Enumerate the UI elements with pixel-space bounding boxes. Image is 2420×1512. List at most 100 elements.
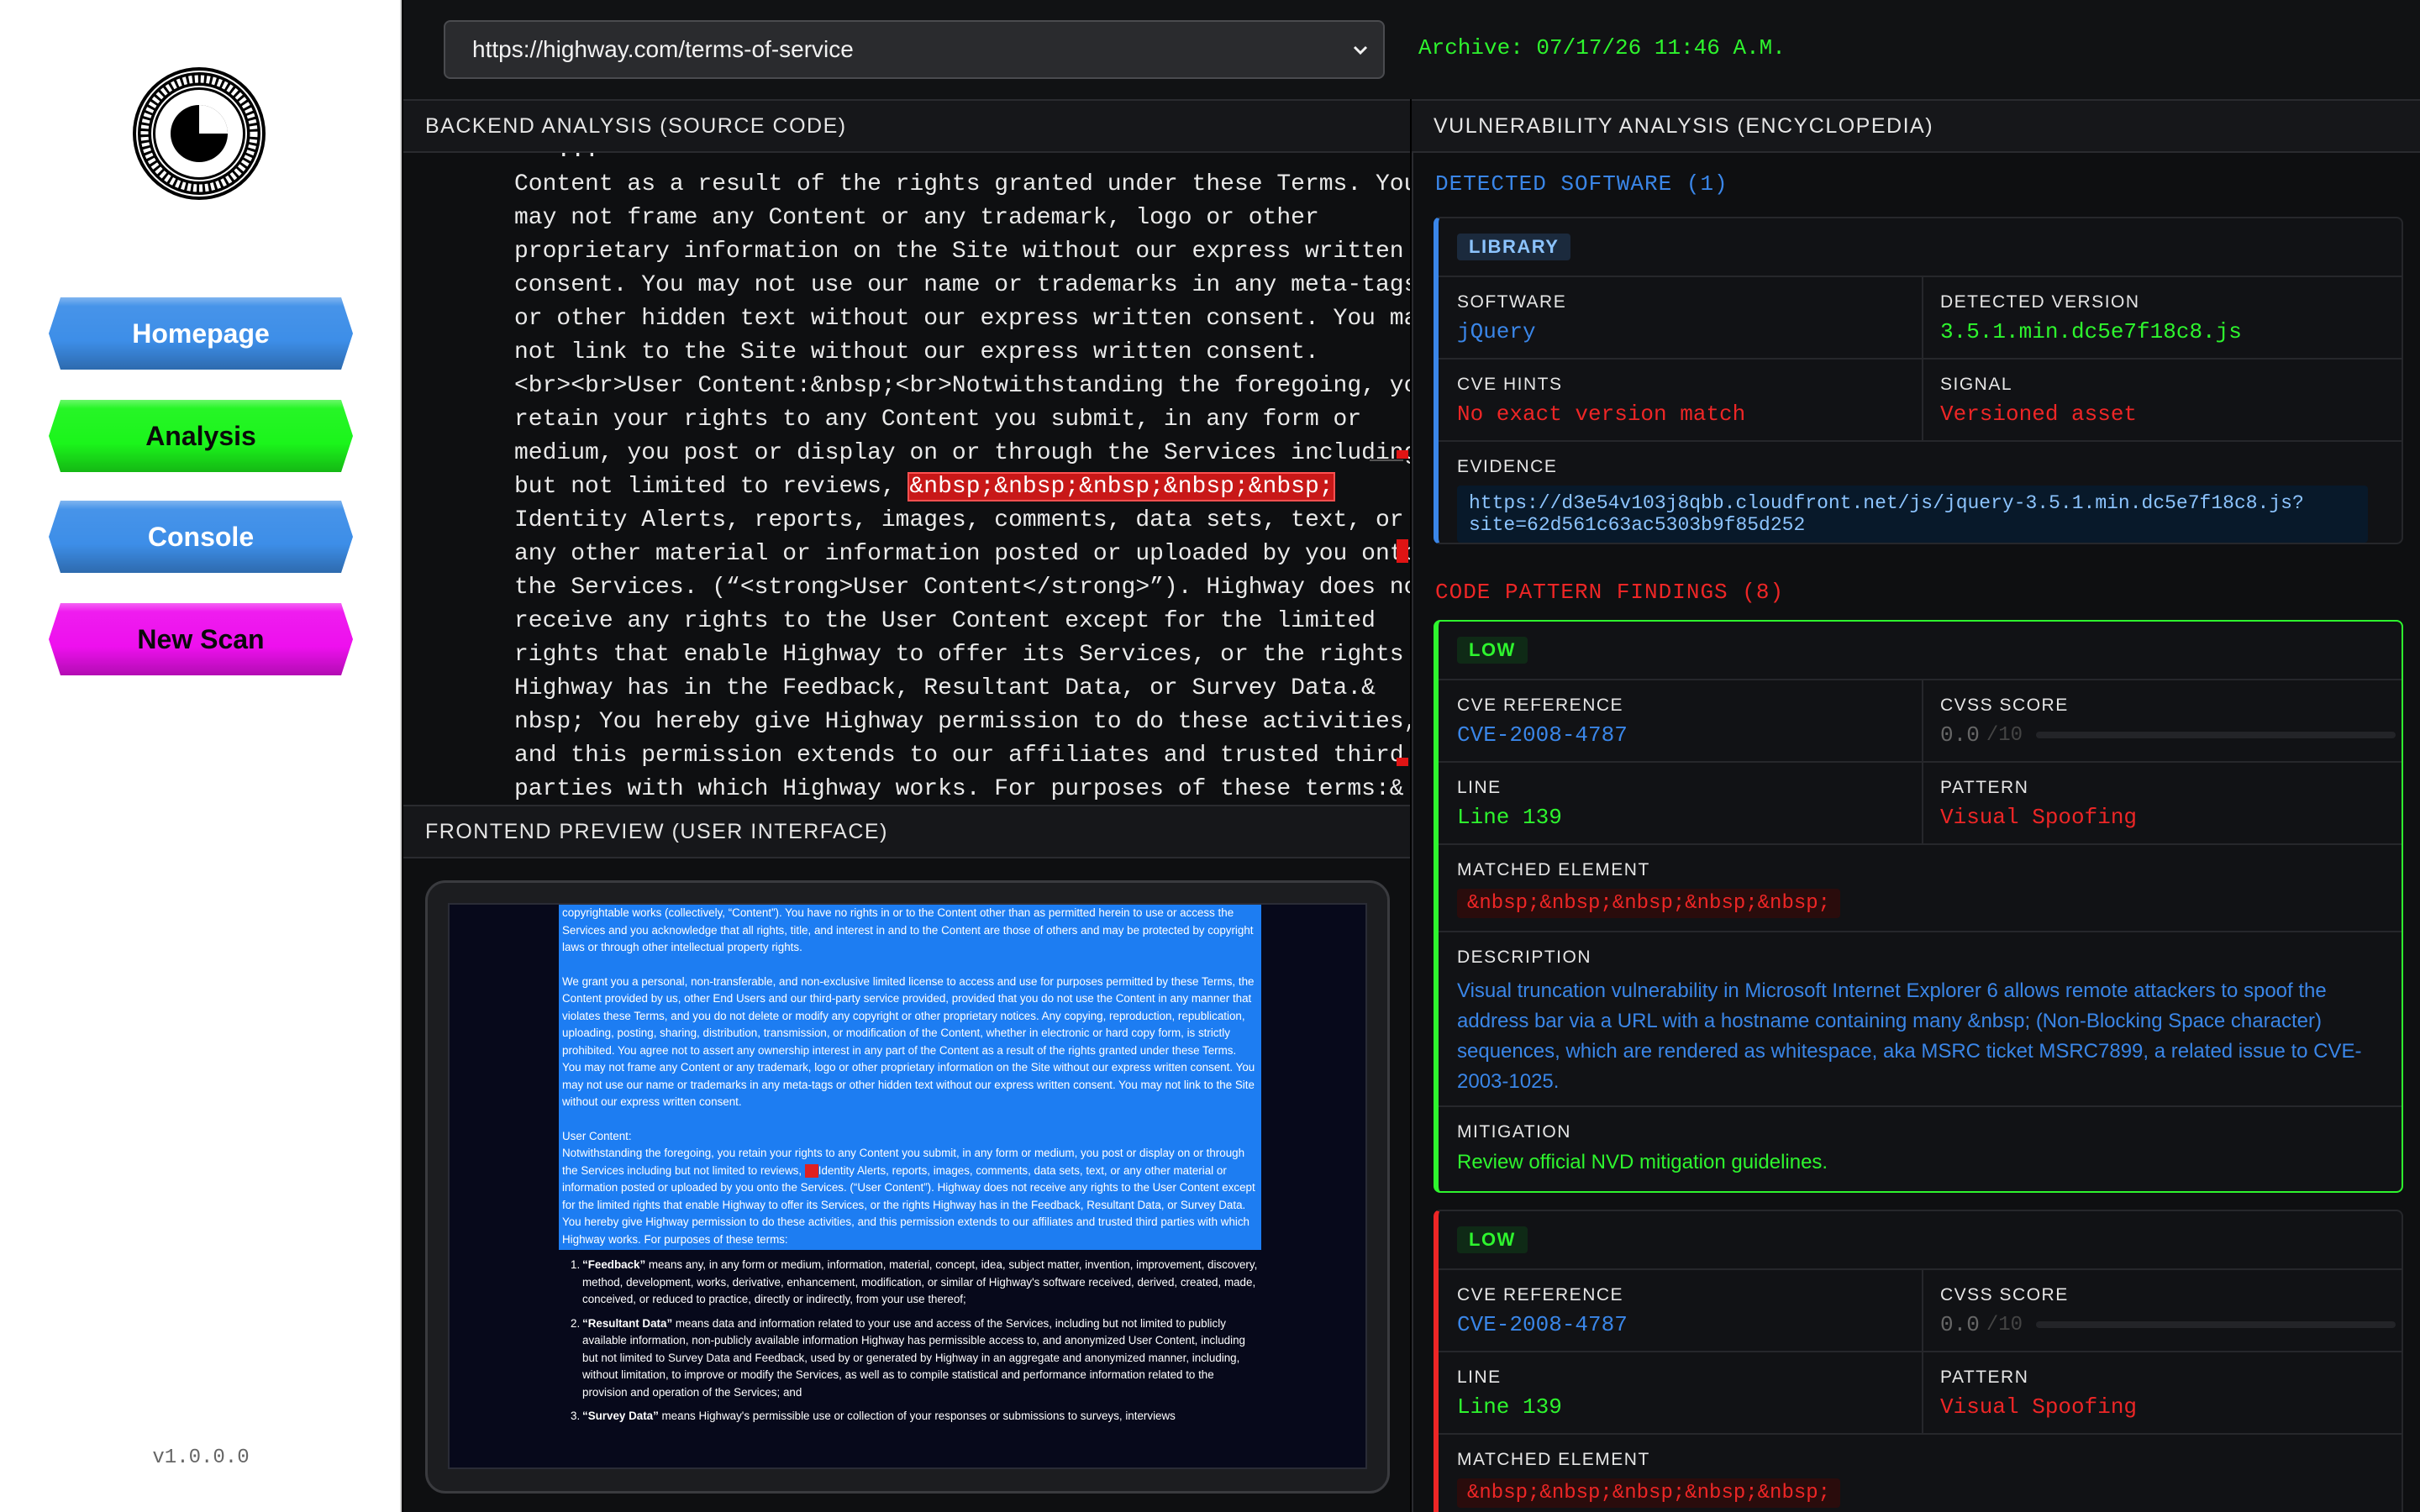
code-line-highlighted: but not limited to reviews, &nbsp;&nbsp;… bbox=[514, 470, 1388, 504]
cvss-score-max: /10 bbox=[1986, 1313, 2023, 1336]
cvss-score-cell: CVSS SCORE 0.0 /10 bbox=[1922, 679, 2402, 761]
evidence-url[interactable]: https://d3e54v103j8qbb.cloudfront.net/js… bbox=[1457, 486, 2368, 543]
url-select[interactable]: https://highway.com/terms-of-service bbox=[444, 20, 1385, 79]
signal-value: Versioned asset bbox=[1940, 402, 2138, 427]
cve-reference-cell: CVE REFERENCE CVE-2008-4787 bbox=[1439, 1268, 1922, 1351]
scroll-guide-line bbox=[1370, 459, 1403, 461]
finding-card[interactable]: LOW CVE REFERENCE CVE-2008-4787 CVSS SCO… bbox=[1434, 1210, 2403, 1512]
nav-console-button[interactable]: Console bbox=[49, 501, 353, 573]
version-label: DETECTED VERSION bbox=[1940, 292, 2140, 312]
code-line: rights that enable Highway to offer its … bbox=[514, 642, 1404, 668]
description-text: Visual truncation vulnerability in Micro… bbox=[1457, 979, 2362, 1093]
matched-element-cell: MATCHED ELEMENT &nbsp;&nbsp;&nbsp;&nbsp;… bbox=[1439, 843, 2402, 931]
cvss-score-bar bbox=[2036, 732, 2396, 738]
list-term: “Feedback” bbox=[582, 1258, 646, 1271]
cvss-score-label: CVSS SCORE bbox=[1940, 1285, 2069, 1305]
backend-panel-title: BACKEND ANALYSIS (SOURCE CODE) bbox=[403, 99, 1410, 153]
device-frame: copyrightable works (collectively, “Cont… bbox=[425, 880, 1390, 1494]
code-line: receive any rights to the User Content e… bbox=[514, 608, 1376, 634]
pattern-cell: PATTERN Visual Spoofing bbox=[1922, 1351, 2402, 1433]
code-line: Highway has in the Feedback, Resultant D… bbox=[514, 675, 1376, 701]
cve-hints-cell: CVE HINTS No exact version match bbox=[1439, 358, 1922, 440]
selected-text-region: copyrightable works (collectively, “Cont… bbox=[559, 905, 1261, 1250]
list-term: “Survey Data” bbox=[582, 1410, 659, 1422]
cvss-score-value: 0.0 bbox=[1940, 722, 1980, 748]
list-item: 3. “Survey Data” means Highway's permissi… bbox=[571, 1408, 1261, 1425]
finding-marker[interactable] bbox=[1397, 450, 1408, 459]
top-bar: https://highway.com/terms-of-service Arc… bbox=[403, 0, 2420, 99]
list-term: “Resultant Data” bbox=[582, 1316, 673, 1330]
software-cell: SOFTWARE jQuery bbox=[1439, 276, 1922, 358]
preview-paragraph: Notwithstanding the foregoing, you retai… bbox=[562, 1145, 1258, 1250]
preview-list: 1. “Feedback” means any, in any form or m… bbox=[559, 1250, 1261, 1425]
cve-reference-value[interactable]: CVE-2008-4787 bbox=[1457, 1312, 1922, 1337]
line-label: LINE bbox=[1457, 778, 1502, 797]
cve-reference-label: CVE REFERENCE bbox=[1457, 696, 1624, 715]
code-line: retain your rights to any Content you su… bbox=[514, 407, 1362, 433]
description-cell: DESCRIPTION Visual truncation vulnerabil… bbox=[1439, 931, 2402, 1105]
code-line: nbsp; You hereby give Highway permission… bbox=[514, 709, 1410, 735]
list-item: 1. “Feedback” means any, in any form or m… bbox=[571, 1257, 1261, 1309]
library-card: LIBRARY SOFTWARE jQuery DETECTED VERSION… bbox=[1434, 217, 2403, 544]
cve-reference-value[interactable]: CVE-2008-4787 bbox=[1457, 722, 1922, 748]
code-line: any other material or information posted… bbox=[514, 541, 1410, 567]
vuln-panel-title: VULNERABILITY ANALYSIS (ENCYCLOPEDIA) bbox=[1412, 99, 2420, 153]
cve-reference-label: CVE REFERENCE bbox=[1457, 1285, 1624, 1305]
cvss-score-max: /10 bbox=[1986, 723, 2023, 747]
detected-software-title: DETECTED SOFTWARE (1) bbox=[1435, 171, 1728, 197]
line-value[interactable]: Line 139 bbox=[1457, 805, 1922, 830]
code-line: and this permission extends to our affil… bbox=[514, 743, 1404, 769]
code-line: medium, you post or display on or throug… bbox=[514, 440, 1410, 466]
finding-marker[interactable] bbox=[1397, 539, 1408, 563]
code-line: may not frame any Content or any tradema… bbox=[514, 205, 1319, 231]
vulnerability-panel[interactable]: DETECTED SOFTWARE (1) LIBRARY SOFTWARE j… bbox=[1412, 153, 2420, 1512]
code-line: parties with which Highway works. For pu… bbox=[514, 776, 1404, 802]
cvss-score-row: 0.0 /10 bbox=[1940, 722, 2402, 748]
code-highlight-match[interactable]: &nbsp;&nbsp;&nbsp;&nbsp;&nbsp; bbox=[908, 472, 1335, 501]
matched-element-label: MATCHED ELEMENT bbox=[1457, 860, 1650, 879]
nav-console-label: Console bbox=[147, 521, 255, 552]
evidence-label: EVIDENCE bbox=[1457, 457, 1558, 476]
list-item: 2. “Resultant Data” means data and inform… bbox=[571, 1315, 1261, 1402]
version-cell: DETECTED VERSION 3.5.1.min.dc5e7f18c8.js bbox=[1922, 276, 2402, 358]
pattern-label: PATTERN bbox=[1940, 778, 2029, 797]
preview-heading: User Content: bbox=[562, 1129, 632, 1142]
source-code-viewer[interactable]: ... Content as a result of the rights gr… bbox=[403, 153, 1410, 805]
finding-card[interactable]: LOW CVE REFERENCE CVE-2008-4787 CVSS SCO… bbox=[1434, 620, 2403, 1193]
chevron-down-icon bbox=[1353, 45, 1368, 55]
code-line: the Services. (“<strong>User Content</st… bbox=[514, 575, 1410, 601]
cvss-score-value: 0.0 bbox=[1940, 1312, 1980, 1337]
app-logo-icon bbox=[133, 67, 266, 200]
pattern-label: PATTERN bbox=[1940, 1368, 2029, 1387]
pattern-value: Visual Spoofing bbox=[1940, 1394, 2138, 1420]
nav-new-scan-button[interactable]: New Scan bbox=[49, 603, 353, 675]
sidebar: Homepage Analysis Console New Scan v1.0.… bbox=[0, 0, 402, 1512]
code-line: proprietary information on the Site with… bbox=[514, 239, 1404, 265]
code-line: ... bbox=[514, 153, 1388, 168]
archive-timestamp: Archive: 07/17/26 11:46 A.M. bbox=[1418, 35, 1786, 60]
line-value[interactable]: Line 139 bbox=[1457, 1394, 1922, 1420]
preview-screen[interactable]: copyrightable works (collectively, “Cont… bbox=[448, 903, 1367, 1469]
code-line: Content as a result of the rights grante… bbox=[514, 171, 1410, 197]
severity-badge: LOW bbox=[1457, 1226, 1528, 1253]
app-version: v1.0.0.0 bbox=[152, 1446, 250, 1469]
rendered-page: copyrightable works (collectively, “Cont… bbox=[559, 905, 1261, 1467]
matched-element-value: &nbsp;&nbsp;&nbsp;&nbsp;&nbsp; bbox=[1457, 889, 1841, 918]
preview-paragraph: We grant you a personal, non-transferabl… bbox=[562, 974, 1255, 1109]
line-cell: LINE Line 139 bbox=[1439, 761, 1922, 843]
code-line: or other hidden text without our express… bbox=[514, 306, 1410, 332]
line-label: LINE bbox=[1457, 1368, 1502, 1387]
mitigation-text: Review official NVD mitigation guideline… bbox=[1457, 1151, 1828, 1173]
evidence-cell: EVIDENCE https://d3e54v103j8qbb.cloudfro… bbox=[1439, 440, 2402, 543]
signal-label: SIGNAL bbox=[1940, 375, 2013, 394]
list-text: means Highway's permissible use or colle… bbox=[658, 1410, 1176, 1422]
frontend-panel-title: FRONTEND PREVIEW (USER INTERFACE) bbox=[403, 805, 1410, 858]
nav-analysis-button[interactable]: Analysis bbox=[49, 400, 353, 472]
frontend-preview-panel: copyrightable works (collectively, “Cont… bbox=[403, 858, 1410, 1512]
list-text: means any, in any form or medium, inform… bbox=[582, 1258, 1258, 1305]
preview-paragraph: copyrightable works (collectively, “Cont… bbox=[562, 906, 1254, 953]
nav-new-scan-label: New Scan bbox=[137, 623, 265, 654]
finding-marker[interactable] bbox=[1397, 758, 1408, 766]
nav-homepage-button[interactable]: Homepage bbox=[49, 297, 353, 370]
matched-element-cell: MATCHED ELEMENT &nbsp;&nbsp;&nbsp;&nbsp;… bbox=[1439, 1433, 2402, 1512]
